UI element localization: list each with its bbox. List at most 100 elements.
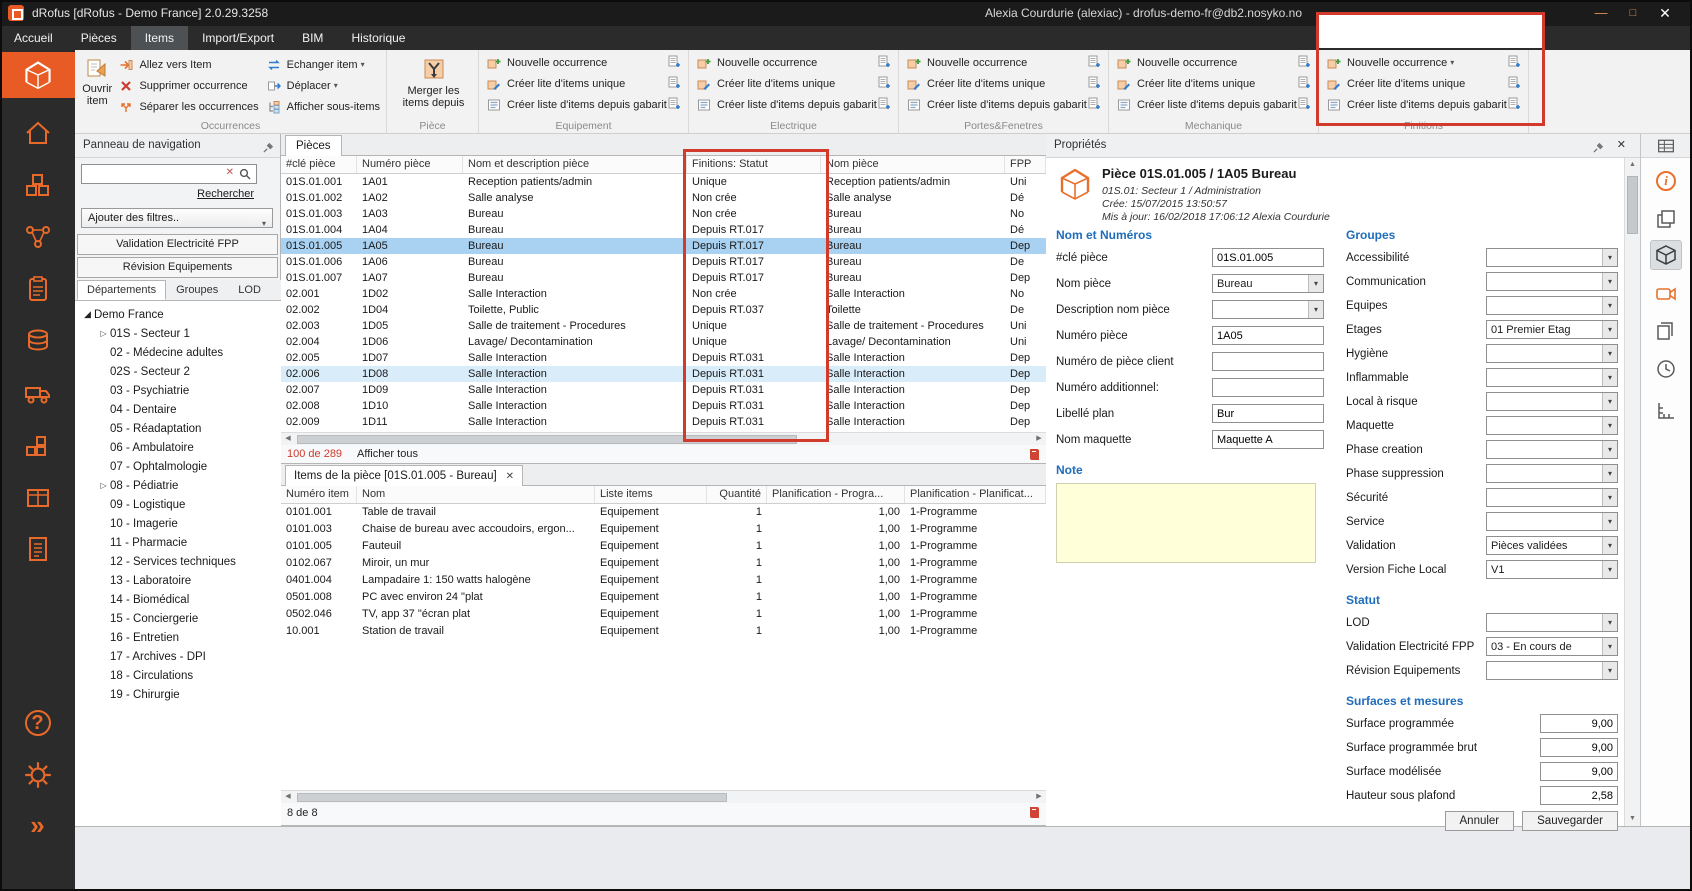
- nav-tab-lod[interactable]: LOD: [228, 280, 271, 300]
- ribbon-button-portes-fenetres-creer-lite-d-items-unique[interactable]: Créer lite d'items unique: [903, 74, 1088, 93]
- piece-row-01s-01-001[interactable]: 01S.01.0011A01Reception patients/adminUn…: [281, 174, 1046, 190]
- search-icon[interactable]: [239, 168, 251, 183]
- add-to-list-icon[interactable]: [1508, 97, 1524, 112]
- scrollbar-thumb[interactable]: [297, 435, 797, 444]
- ribbon-button-allez-vers-item[interactable]: Allez vers Item: [115, 55, 262, 74]
- accessibilite-select[interactable]: ▾: [1486, 248, 1618, 267]
- ribbon-button-portes-fenetres-nouvelle-occurrence[interactable]: Nouvelle occurrence: [903, 53, 1088, 72]
- ribbon-button-separer-les-occurrences[interactable]: Séparer les occurrences: [115, 97, 262, 116]
- close-icon[interactable]: ✕: [1617, 134, 1626, 157]
- menu-tab-historique[interactable]: Historique: [337, 26, 419, 50]
- documents-panel-button[interactable]: [1650, 316, 1682, 346]
- menu-tab-items[interactable]: Items: [131, 26, 188, 50]
- description-nom-piece-select[interactable]: ▾: [1212, 300, 1324, 319]
- nom-piece-select[interactable]: Bureau▾: [1212, 274, 1324, 293]
- module-systems[interactable]: [0, 214, 75, 260]
- menu-tab-bim[interactable]: BIM: [288, 26, 337, 50]
- securite-select[interactable]: ▾: [1486, 488, 1618, 507]
- tree-item-02s-secteur-2[interactable]: 02S - Secteur 2: [75, 362, 281, 381]
- nom-maquette-input[interactable]: [1212, 430, 1324, 449]
- piece-row-02-005[interactable]: 02.0051D07Salle InteractionDepuis RT.031…: [281, 350, 1046, 366]
- piece-row-01s-01-003[interactable]: 01S.01.0031A03BureauNon créeBureauNo: [281, 206, 1046, 222]
- column-header-numero-piece[interactable]: Numéro pièce: [357, 156, 463, 173]
- ribbon-button-mechanique-creer-liste-d-items-depuis-gabarit[interactable]: Créer liste d'items depuis gabarit: [1113, 95, 1298, 114]
- add-to-list-icon[interactable]: [878, 97, 894, 112]
- tree-item-10-imagerie[interactable]: 10 - Imagerie: [75, 514, 281, 533]
- nav-tab-groupes[interactable]: Groupes: [166, 280, 228, 300]
- ribbon-button-portes-fenetres-creer-liste-d-items-depuis-gabarit[interactable]: Créer liste d'items depuis gabarit: [903, 95, 1088, 114]
- add-filters-dropdown[interactable]: Ajouter des filtres.. ▾: [81, 208, 273, 228]
- column-header-quantite[interactable]: Quantité: [707, 486, 767, 503]
- item-row-0101-003[interactable]: 0101.003Chaise de bureau avec accoudoirs…: [281, 521, 1046, 538]
- tab-pieces[interactable]: Pièces: [285, 135, 342, 156]
- menu-tab-accueil[interactable]: Accueil: [0, 26, 67, 50]
- measure-panel-button[interactable]: [1650, 396, 1682, 426]
- revision-equipements-select[interactable]: ▾: [1486, 661, 1618, 680]
- maquette-select[interactable]: ▾: [1486, 416, 1618, 435]
- ribbon-button-electrique-creer-liste-d-items-depuis-gabarit[interactable]: Créer liste d'items depuis gabarit: [693, 95, 878, 114]
- add-to-list-icon[interactable]: [878, 76, 894, 91]
- scroll-left-icon[interactable]: ◀: [281, 791, 295, 803]
- pin-icon[interactable]: [263, 139, 274, 162]
- menu-tab-pieces[interactable]: Pièces: [67, 26, 131, 50]
- numero-additionnel-input[interactable]: [1212, 378, 1324, 397]
- ribbon-button-deplacer[interactable]: Déplacer▾: [263, 76, 384, 95]
- libelle-plan-input[interactable]: [1212, 404, 1324, 423]
- item-row-0401-004[interactable]: 0401.004Lampadaire 1: 150 watts halogène…: [281, 572, 1046, 589]
- communication-select[interactable]: ▾: [1486, 272, 1618, 291]
- report-book-icon[interactable]: [1029, 806, 1040, 826]
- validation-electricite-fpp-select[interactable]: 03 - En cours de▾: [1486, 637, 1618, 656]
- piece-row-01s-01-004[interactable]: 01S.01.0041A04BureauDepuis RT.017BureauD…: [281, 222, 1046, 238]
- ribbon-button-mechanique-nouvelle-occurrence[interactable]: Nouvelle occurrence: [1113, 53, 1298, 72]
- item-row-0101-001[interactable]: 0101.001Table de travailEquipement11,001…: [281, 504, 1046, 521]
- column-header-nom-piece[interactable]: Nom pièce: [821, 156, 1005, 173]
- help-button[interactable]: ?: [0, 700, 75, 746]
- tree-item-08-pediatrie[interactable]: ▷08 - Pédiatrie: [75, 476, 281, 495]
- tree-item-14-biomedical[interactable]: 14 - Biomédical: [75, 590, 281, 609]
- tree-item-02-medecine-adultes[interactable]: 02 - Médecine adultes: [75, 343, 281, 362]
- numero-piece-input[interactable]: [1212, 326, 1324, 345]
- add-to-list-icon[interactable]: [1508, 55, 1524, 70]
- expand-sidebar-button[interactable]: »: [0, 802, 75, 848]
- add-to-list-icon[interactable]: [1088, 76, 1104, 91]
- grid-view-button[interactable]: [1641, 134, 1690, 158]
- revision-equipements-button[interactable]: Révision Equipements: [77, 257, 278, 278]
- search-link[interactable]: Rechercher: [197, 188, 254, 200]
- surface-modelisee-input[interactable]: [1540, 762, 1618, 781]
- ribbon-button-finitions-nouvelle-occurrence[interactable]: Nouvelle occurrence▾: [1323, 53, 1508, 72]
- piece-row-01s-01-007[interactable]: 01S.01.0071A07BureauDepuis RT.017BureauD…: [281, 270, 1046, 286]
- piece-row-01s-01-006[interactable]: 01S.01.0061A06BureauDepuis RT.017BureauD…: [281, 254, 1046, 270]
- column-header-nom[interactable]: Nom: [357, 486, 595, 503]
- add-to-list-icon[interactable]: [1088, 55, 1104, 70]
- tree-item-16-entretien[interactable]: 16 - Entretien: [75, 628, 281, 647]
- save-button[interactable]: Sauvegarder: [1522, 811, 1618, 831]
- column-header-planification-planificat[interactable]: Planification - Planificat...: [905, 486, 1046, 503]
- tree-item-09-logistique[interactable]: 09 - Logistique: [75, 495, 281, 514]
- scroll-right-icon[interactable]: ▶: [1032, 791, 1046, 803]
- tree-item-13-laboratoire[interactable]: 13 - Laboratoire: [75, 571, 281, 590]
- validation-electricite-fpp-button[interactable]: Validation Electricité FPP: [77, 234, 278, 255]
- equipes-select[interactable]: ▾: [1486, 296, 1618, 315]
- tree-item-19-chirurgie[interactable]: 19 - Chirurgie: [75, 685, 281, 704]
- tab-items-de-la-piece[interactable]: Items de la pièce [01S.01.005 - Bureau]✕: [285, 465, 523, 486]
- piece-row-02-001[interactable]: 02.0011D02Salle InteractionNon créeSalle…: [281, 286, 1046, 302]
- column-header-finitions-statut[interactable]: Finitions: Statut: [687, 156, 821, 173]
- module-rooms-active[interactable]: [0, 52, 75, 98]
- numero-de-piece-client-input[interactable]: [1212, 352, 1324, 371]
- ribbon-button-finitions-creer-liste-d-items-depuis-gabarit[interactable]: Créer liste d'items depuis gabarit: [1323, 95, 1508, 114]
- merge-items-button[interactable]: Merger les items depuis: [394, 53, 474, 119]
- hauteur-sous-plafond-input[interactable]: [1540, 786, 1618, 805]
- local-a-risque-select[interactable]: ▾: [1486, 392, 1618, 411]
- module-reports[interactable]: [0, 526, 75, 572]
- module-finance[interactable]: [0, 318, 75, 364]
- add-to-list-icon[interactable]: [668, 55, 684, 70]
- settings-button[interactable]: [0, 752, 75, 798]
- scroll-right-icon[interactable]: ▶: [1032, 433, 1046, 445]
- add-to-list-icon[interactable]: [1088, 97, 1104, 112]
- hygiene-select[interactable]: ▾: [1486, 344, 1618, 363]
- ribbon-button-afficher-sous-items[interactable]: Afficher sous-items: [263, 97, 384, 116]
- scroll-left-icon[interactable]: ◀: [281, 433, 295, 445]
- column-header-cle-piece[interactable]: #clé pièce: [281, 156, 357, 173]
- ribbon-button-supprimer-occurrence[interactable]: Supprimer occurrence: [115, 76, 262, 95]
- tree-item-03-psychiatrie[interactable]: 03 - Psychiatrie: [75, 381, 281, 400]
